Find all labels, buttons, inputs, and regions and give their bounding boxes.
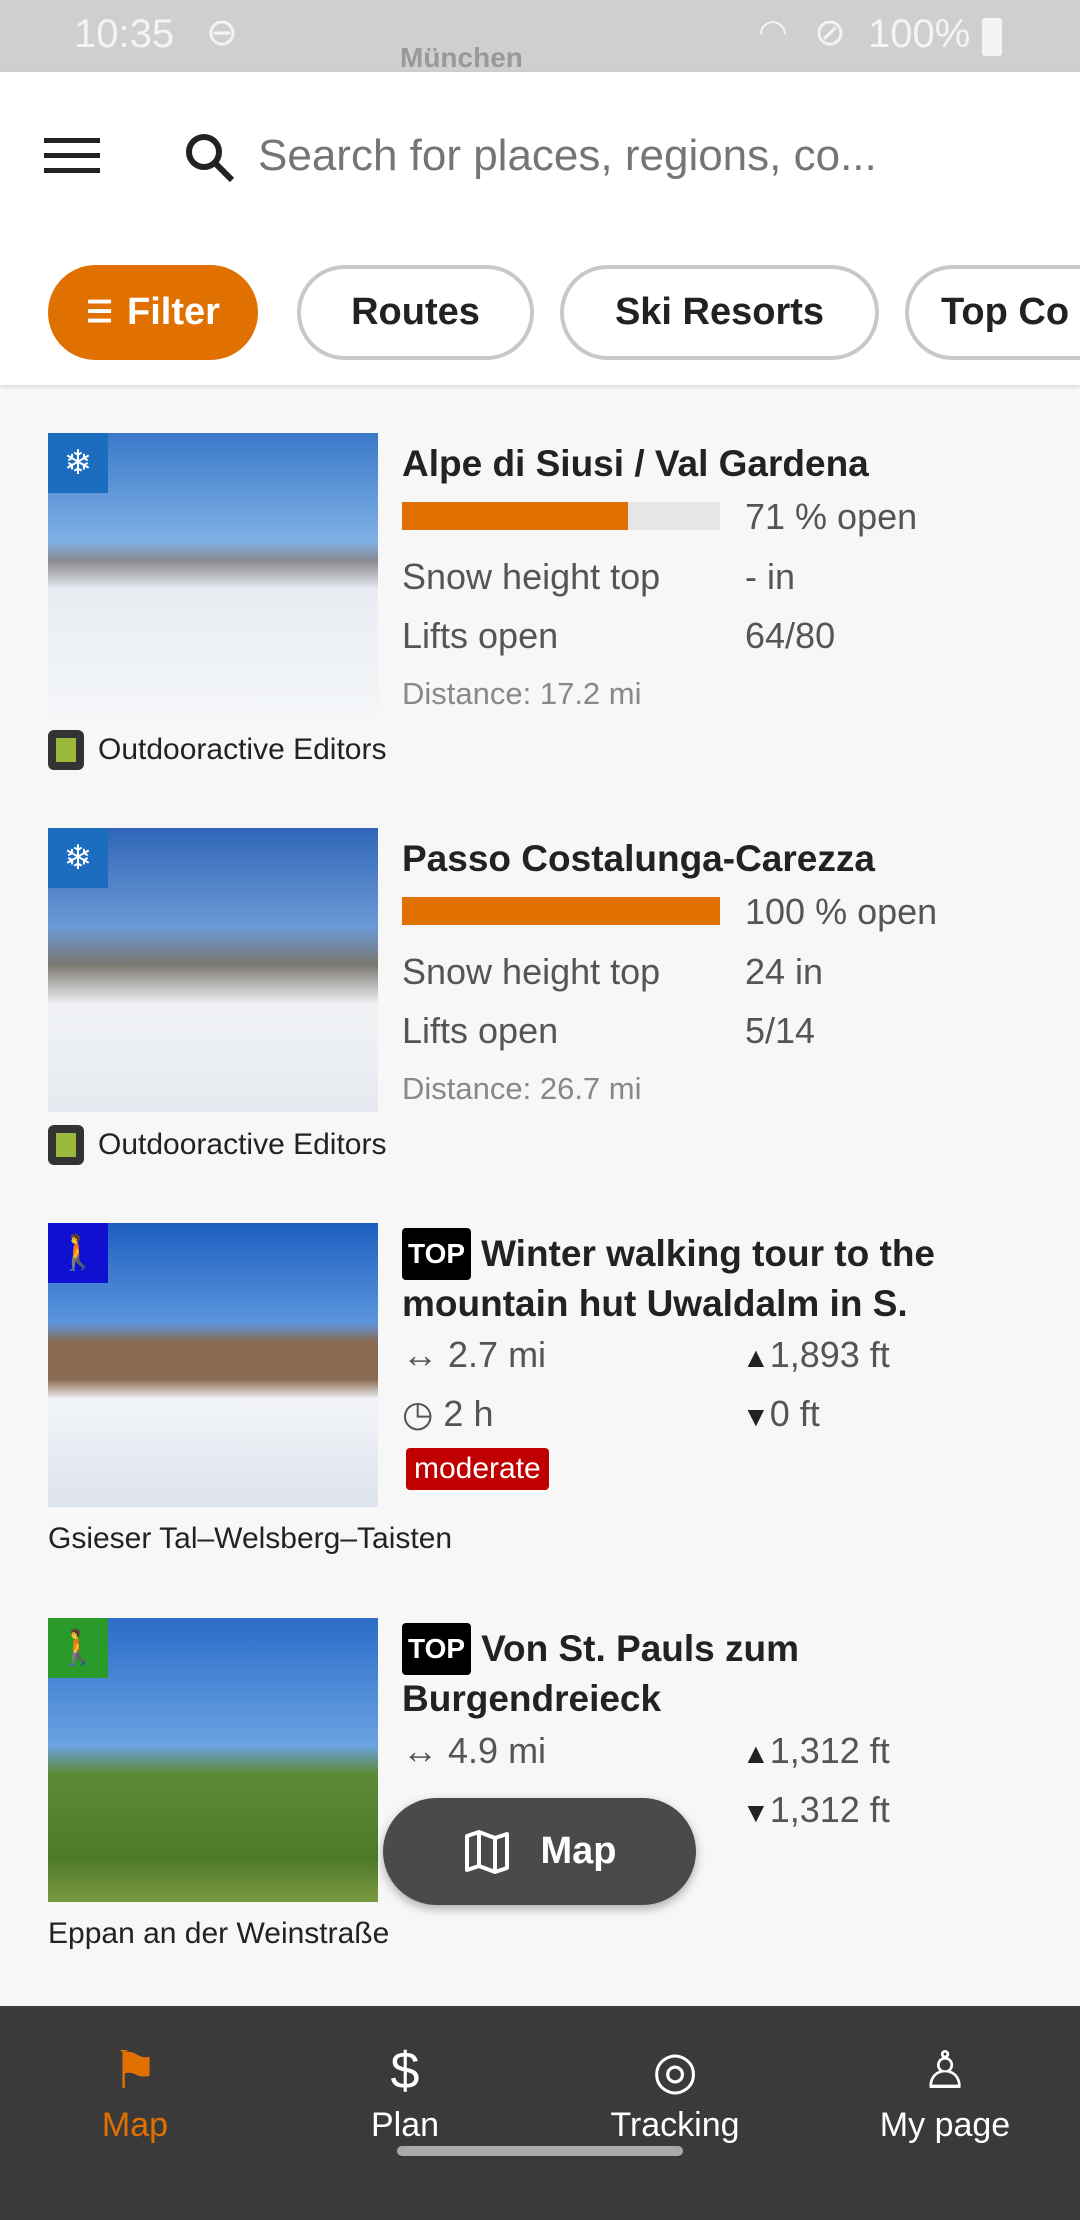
status-bar: 10:35 ⊖ München ◠ ⊘ 100% [0, 0, 1080, 73]
nav-plan[interactable]: $ Plan [270, 2036, 540, 2145]
ski-lift-icon: ❄ [48, 433, 108, 493]
battery-icon [982, 18, 1002, 56]
duration: ◷ 2 h [402, 1393, 493, 1435]
ski-lift-icon: ❄ [48, 828, 108, 888]
clock: 10:35 [74, 12, 175, 56]
top-badge: TOP [402, 1623, 472, 1675]
location: Eppan an der Weinstraße [48, 1917, 390, 1950]
descent-icon: ▼ [742, 1797, 770, 1828]
nav-tracking[interactable]: ◎ Tracking [540, 2036, 810, 2145]
map-icon [464, 1829, 509, 1874]
clock-icon: ◷ [402, 1393, 444, 1434]
distance: Distance: 26.7 mi [402, 1071, 642, 1106]
open-progress [402, 897, 720, 925]
ascent-value: 1,893 ft [769, 1334, 890, 1375]
nav-label: Map [101, 2106, 169, 2144]
lifts-label: Lifts open [402, 615, 559, 656]
chip-ski-resorts[interactable]: Ski Resorts [560, 265, 879, 360]
search-input[interactable] [258, 124, 1038, 188]
result-image: 🚶 [48, 1223, 378, 1507]
battery-text: 100% [868, 12, 971, 56]
snow-label: Snow height top [402, 556, 661, 597]
map-label: München [400, 42, 523, 73]
author: Outdooractive Editors [48, 1125, 386, 1165]
open-label: 100 % open [745, 891, 938, 932]
descent: ▼1,312 ft [742, 1789, 890, 1831]
length: ↔ 4.9 mi [402, 1730, 546, 1772]
open-progress [402, 502, 720, 530]
result-title: Passo Costalunga-Carezza [402, 838, 875, 879]
filter-chip[interactable]: ☰ Filter [48, 265, 258, 360]
author-name: Outdooractive Editors [98, 1128, 387, 1161]
snow-label: Snow height top [402, 951, 661, 992]
title-text: Winter walking tour to the mountain hut … [402, 1233, 935, 1324]
descent-value: 0 ft [769, 1393, 820, 1434]
length-icon: ↔ [402, 1334, 449, 1375]
descent: ▼0 ft [742, 1393, 820, 1435]
mute-icon: ⊘ [814, 12, 846, 54]
lifts-value: 64/80 [745, 615, 836, 656]
top-badge: TOP [402, 1228, 472, 1280]
chip-label: Filter [127, 291, 220, 333]
nav-label: Plan [370, 2106, 440, 2144]
length-value: 2.7 mi [448, 1334, 547, 1375]
menu-icon[interactable] [44, 138, 100, 174]
nav-label: My page [879, 2106, 1011, 2144]
map-button[interactable]: Map [383, 1798, 696, 1905]
length-value: 4.9 mi [448, 1730, 547, 1771]
lifts-label: Lifts open [402, 1010, 559, 1051]
user-icon: ♙ [921, 2042, 969, 2100]
result-title: Alpe di Siusi / Val Gardena [402, 443, 869, 484]
ascent: ▲1,312 ft [742, 1730, 890, 1772]
filter-icon: ☰ [86, 296, 113, 329]
route-plan-icon: $ [390, 2042, 420, 2100]
search-icon [186, 134, 235, 183]
header: ☰ Filter Routes Ski Resorts Top Co [0, 72, 1080, 385]
distance: Distance: 17.2 mi [402, 676, 642, 711]
wifi-icon: ◠ [758, 13, 788, 51]
descent-icon: ▼ [742, 1401, 770, 1432]
duration-value: 2 h [443, 1393, 494, 1434]
lifts-value: 5/14 [745, 1010, 816, 1051]
tracking-icon: ◎ [652, 2042, 698, 2100]
difficulty-badge: moderate [406, 1448, 549, 1490]
ascent-value: 1,312 ft [769, 1730, 890, 1771]
chip-routes[interactable]: Routes [297, 265, 534, 360]
outdooractive-logo-icon [48, 730, 84, 770]
chip-top-content[interactable]: Top Co [905, 265, 1080, 360]
dnd-icon: ⊖ [206, 12, 238, 54]
nav-label: Tracking [610, 2106, 740, 2144]
home-indicator[interactable] [397, 2146, 683, 2156]
hiking-icon: 🚶 [48, 1618, 108, 1678]
author-name: Outdooractive Editors [98, 733, 387, 766]
nav-map[interactable]: ⚑ Map [0, 2036, 270, 2145]
nav-my-page[interactable]: ♙ My page [810, 2036, 1080, 2145]
result-image: 🚶 [48, 1618, 378, 1902]
map-button-label: Map [540, 1830, 617, 1872]
length: ↔ 2.7 mi [402, 1334, 546, 1376]
ascent-icon: ▲ [742, 1342, 770, 1373]
length-icon: ↔ [402, 1730, 449, 1771]
snow-value: 24 in [745, 951, 824, 992]
result-image: ❄ [48, 433, 378, 717]
ascent: ▲1,893 ft [742, 1334, 890, 1376]
author: Outdooractive Editors [48, 730, 386, 770]
result-title: TOP Winter walking tour to the mountain h… [402, 1228, 1042, 1328]
bottom-nav: ⚑ Map $ Plan ◎ Tracking ♙ My page [0, 2006, 1080, 2220]
winter-hiking-icon: 🚶 [48, 1223, 108, 1283]
outdooractive-logo-icon [48, 1125, 84, 1165]
open-label: 71 % open [745, 496, 918, 537]
map-search-icon: ⚑ [111, 2042, 159, 2100]
location: Gsieser Tal–Welsberg–Taisten [48, 1522, 453, 1555]
descent-value: 1,312 ft [769, 1789, 890, 1830]
result-title: TOP Von St. Pauls zum Burgendreieck [402, 1623, 1042, 1723]
snow-value: - in [745, 556, 796, 597]
ascent-icon: ▲ [742, 1738, 770, 1769]
result-image: ❄ [48, 828, 378, 1112]
